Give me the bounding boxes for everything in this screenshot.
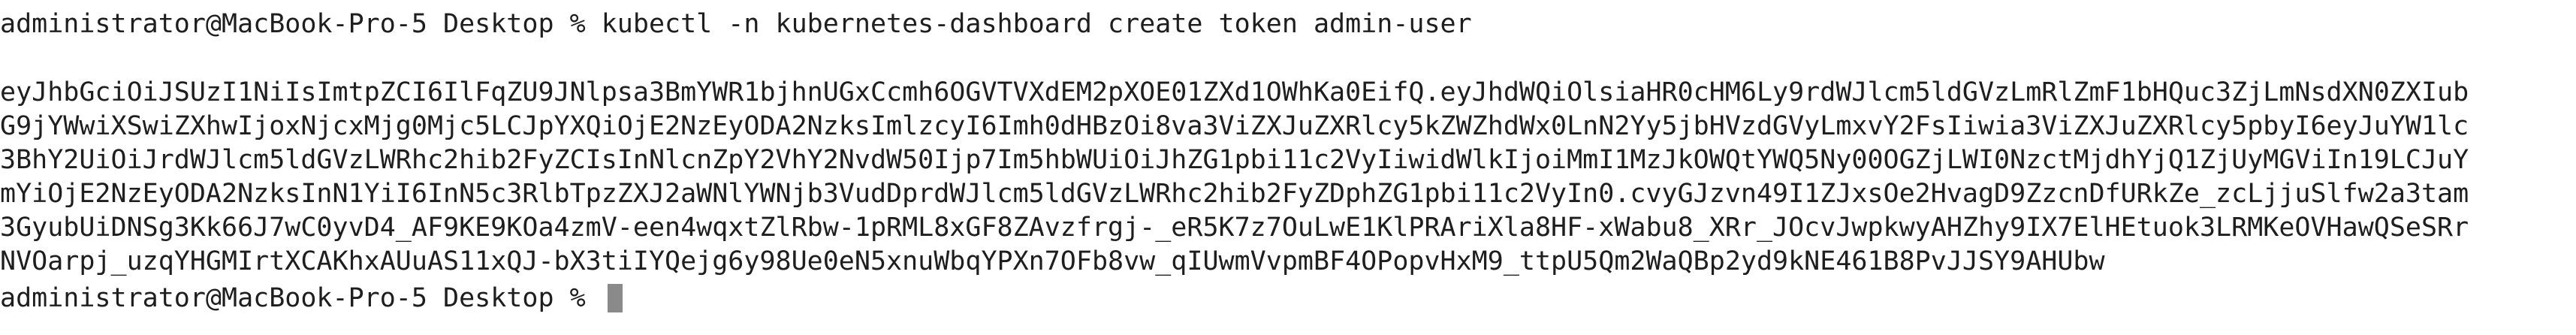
output-line-3: 3BhY2UiOiJrdWJlcm5ldGVzLWRhc2hib2FyZCIsI… [0,145,2469,175]
terminal-window[interactable]: administrator@MacBook-Pro-5 Desktop % ku… [0,0,2576,335]
command-prompt: administrator@MacBook-Pro-5 Desktop % [0,9,602,39]
prompt-line[interactable]: administrator@MacBook-Pro-5 Desktop % [0,282,623,315]
output-line-2: G9jYWwiXSwiZXhwIjoxNjcxMjg0Mjc5LCJpYXQiO… [0,111,2469,141]
command-line: administrator@MacBook-Pro-5 Desktop % ku… [0,8,1472,41]
output-line-1: eyJhbGciOiJSUzI1NiIsImtpZCI6IlFqZU9JNlps… [0,77,2469,107]
final-prompt: administrator@MacBook-Pro-5 Desktop % [0,283,602,313]
output-line-4: mYiOjE2NzEyODA2NzksInN1YiI6InN5c3RlbTpzZ… [0,179,2469,209]
output-line-5: 3GyubUiDNSg3Kk66J7wC0yvD4_AF9KE9KOa4zmV-… [0,213,2469,243]
output-line-6: NVOarpj_uzqYHGMIrtXCAKhxAUuAS11xQJ-bX3ti… [0,246,2105,276]
command-text: kubectl -n kubernetes-dashboard create t… [601,9,1472,39]
text-cursor [607,284,623,312]
